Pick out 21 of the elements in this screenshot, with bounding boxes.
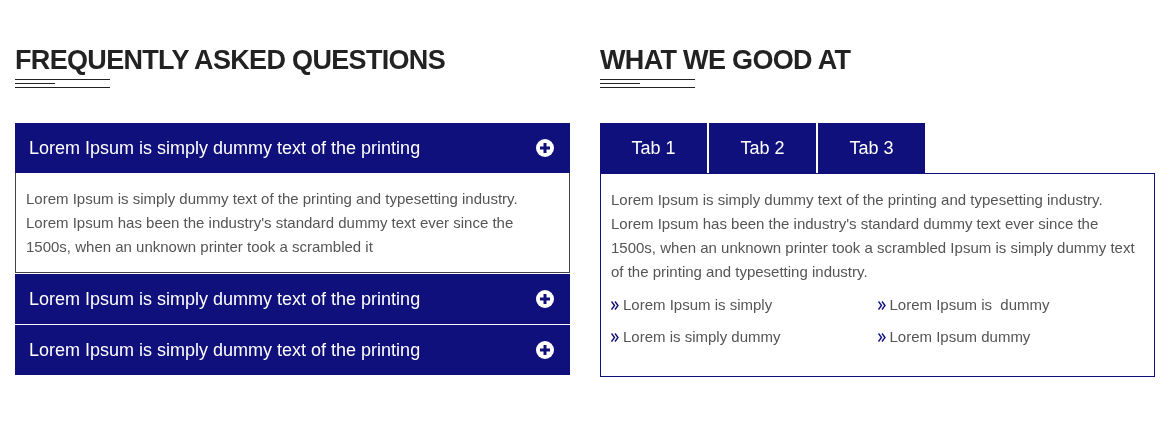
- double-chevron-icon: [611, 332, 619, 342]
- plus-circle-icon: [536, 139, 554, 157]
- tab[interactable]: Tab 3: [818, 123, 925, 173]
- tab[interactable]: Tab 2: [709, 123, 816, 173]
- double-chevron-icon: [877, 300, 886, 310]
- list-item-text: Lorem Ipsum dummy: [889, 327, 1031, 347]
- plus-circle-icon: [536, 290, 554, 308]
- accordion-header[interactable]: Lorem Ipsum is simply dummy text of the printing: [15, 274, 570, 324]
- plus-circle-icon: [536, 341, 554, 359]
- list-item-text: Lorem Ipsum is simply: [623, 295, 773, 315]
- double-chevron-icon: [611, 300, 619, 310]
- answer-text: Lorem Ipsum is simply dummy text of the printing and typesetting industry. Lorem Ipsum has been the industry's standard dummy text ever since the 1500s, when an unknown printer took a scrambled it: [26, 189, 519, 257]
- accordion-header[interactable]: Lorem Ipsum is simply dummy text of the printing: [15, 123, 570, 173]
- section-heading: FREQUENTLY ASKED QUESTIONS: [15, 44, 447, 77]
- panel-text: Lorem Ipsum is simply dummy text of the printing and typesetting industry. Lorem Ipsum has been the industry's standard dummy text ever since the 1500s, when an unknown printer took a scrambled Ipsum is simply dummy text of the printing and typesetting industry.: [611, 190, 1136, 282]
- tab[interactable]: Tab 1: [600, 123, 707, 173]
- list-item-text: Lorem is simply dummy: [623, 327, 781, 347]
- accordion-header[interactable]: Lorem Ipsum is simply dummy text of the printing: [15, 325, 570, 375]
- section-heading: WHAT WE GOOD AT: [600, 44, 852, 77]
- list-item-text: Lorem Ipsum is dummy: [889, 295, 1050, 315]
- double-chevron-icon: [877, 332, 886, 342]
